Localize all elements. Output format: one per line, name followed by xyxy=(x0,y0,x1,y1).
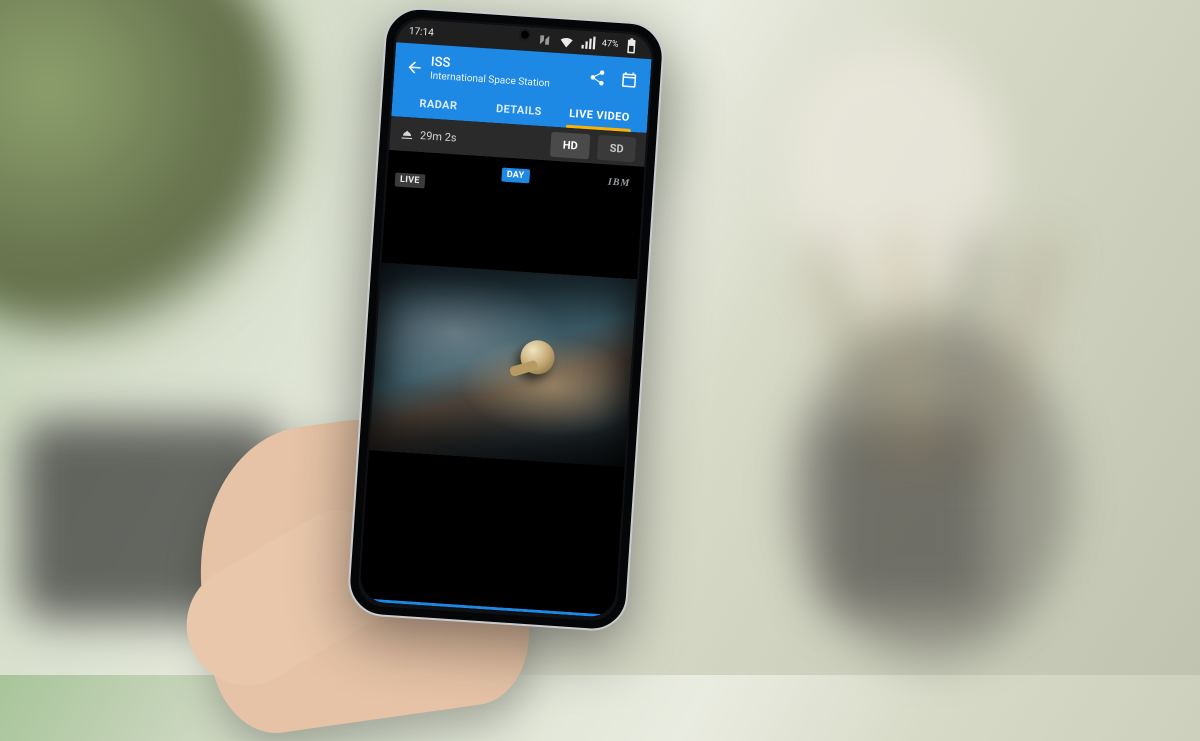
sd-button[interactable]: SD xyxy=(597,134,636,161)
share-button[interactable] xyxy=(587,68,606,91)
ibm-logo: IBM xyxy=(602,174,635,191)
arrow-left-icon xyxy=(405,58,424,77)
phone-screen: 17:14 47% ISS International Space Statio… xyxy=(359,18,653,618)
phone-frame: 17:14 47% ISS International Space Statio… xyxy=(346,6,666,633)
countdown-text: 29m 2s xyxy=(420,129,457,144)
sunset-icon xyxy=(400,127,415,142)
live-video-area[interactable]: LIVE DAY IBM xyxy=(359,150,644,615)
status-battery-pct: 47% xyxy=(601,39,618,50)
tab-details[interactable]: DETAILS xyxy=(478,92,560,127)
share-icon xyxy=(588,68,607,87)
hd-button[interactable]: HD xyxy=(550,131,590,159)
calendar-button[interactable] xyxy=(619,70,638,93)
tab-radar[interactable]: RADAR xyxy=(397,87,479,122)
nfc-icon xyxy=(535,31,554,50)
signal-icon xyxy=(579,33,598,52)
live-chip: LIVE xyxy=(395,172,426,188)
video-earth-view xyxy=(369,262,637,467)
wifi-icon xyxy=(557,32,576,51)
tab-live-video[interactable]: LIVE VIDEO xyxy=(558,97,640,132)
calendar-icon xyxy=(620,70,639,89)
battery-icon xyxy=(622,36,641,55)
back-button[interactable] xyxy=(400,58,429,78)
status-time: 17:14 xyxy=(409,26,435,39)
day-chip: DAY xyxy=(501,168,530,184)
appbar-titles: ISS International Space Station xyxy=(428,55,589,92)
